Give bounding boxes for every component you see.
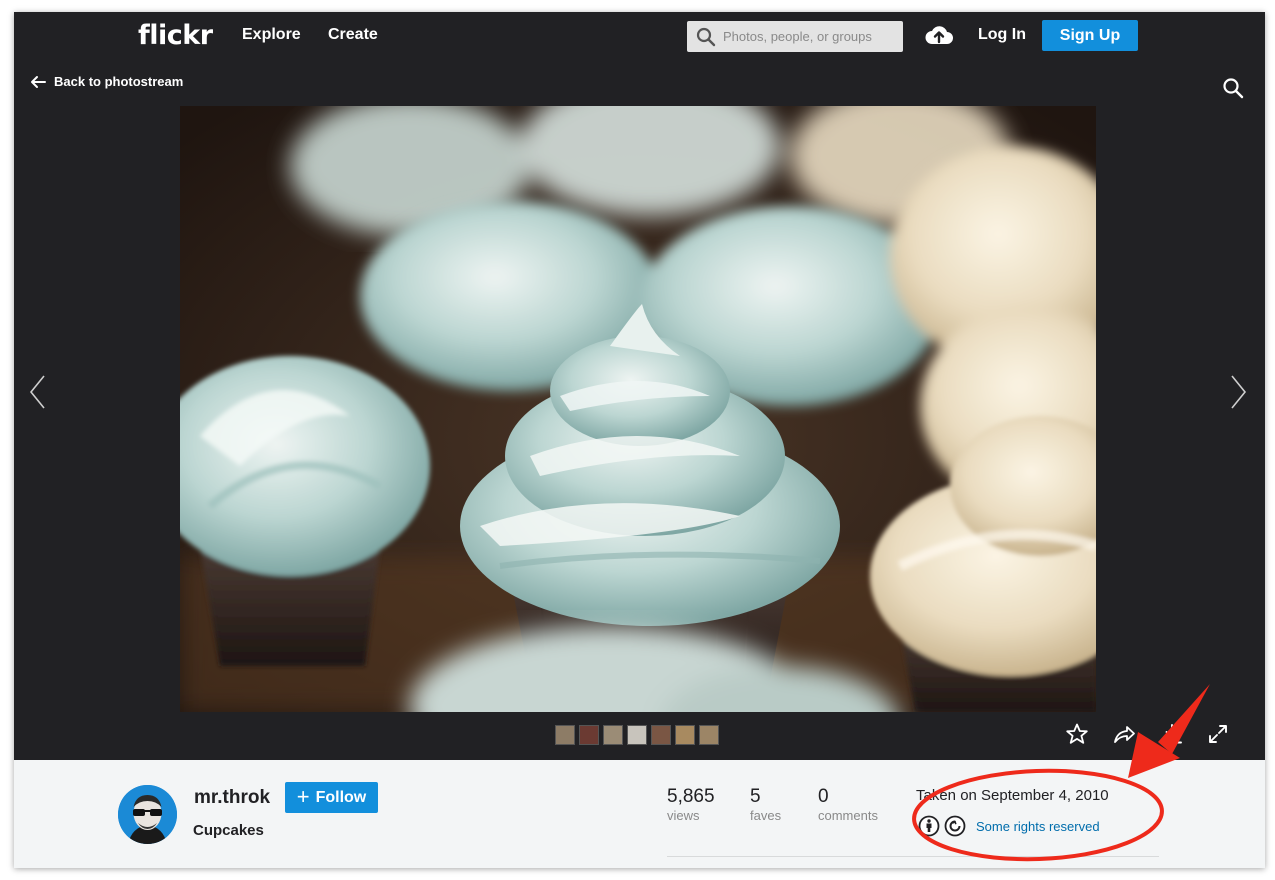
follow-label: Follow [315, 788, 367, 806]
views-count: 5,865 [667, 786, 715, 807]
nav-create[interactable]: Create [328, 26, 378, 44]
arrow-left-icon [31, 75, 46, 88]
main-photo[interactable] [180, 106, 1096, 712]
comments-count: 0 [818, 786, 829, 807]
comments-label: comments [818, 808, 878, 823]
thumbnail[interactable] [603, 725, 623, 745]
top-navigation: flickr Explore Create Log In Sign Up [14, 12, 1265, 60]
fullscreen-icon[interactable] [1206, 722, 1230, 746]
photostream-thumbnails [555, 725, 719, 745]
previous-photo-icon[interactable] [28, 374, 46, 410]
faves-count: 5 [750, 786, 761, 807]
search-input[interactable] [723, 25, 895, 48]
plus-icon: + [296, 783, 310, 809]
login-link[interactable]: Log In [978, 26, 1026, 44]
cc-attribution-icon[interactable] [918, 815, 940, 837]
divider [667, 856, 1159, 857]
stat-comments: 0 comments [818, 786, 878, 823]
search-box[interactable] [687, 21, 903, 52]
avatar-image [118, 785, 177, 844]
owner-username[interactable]: mr.throk [194, 787, 270, 809]
signup-button[interactable]: Sign Up [1042, 20, 1138, 51]
date-taken: Taken on September 4, 2010 [916, 787, 1109, 804]
avatar[interactable] [118, 785, 177, 844]
thumbnail[interactable] [699, 725, 719, 745]
follow-button[interactable]: + Follow [285, 782, 378, 813]
nav-explore[interactable]: Explore [242, 26, 301, 44]
views-label: views [667, 808, 700, 823]
faves-label: faves [750, 808, 782, 823]
star-icon[interactable] [1065, 722, 1089, 746]
thumbnail[interactable] [579, 725, 599, 745]
search-icon [696, 27, 716, 47]
back-to-photostream-link[interactable]: Back to photostream [30, 74, 183, 89]
thumbnail[interactable] [651, 725, 671, 745]
thumbnail[interactable] [555, 725, 575, 745]
stat-faves: 5 faves [750, 786, 781, 823]
back-label: Back to photostream [54, 74, 184, 89]
license-info[interactable]: Some rights reserved [918, 815, 1100, 837]
stat-views: 5,865 views [667, 786, 715, 823]
photo-title: Cupcakes [193, 822, 264, 839]
browser-window: flickr Explore Create Log In Sign Up Bac… [14, 12, 1265, 868]
next-photo-icon[interactable] [1230, 374, 1248, 410]
upload-icon[interactable] [924, 22, 954, 48]
search-icon[interactable] [1222, 77, 1244, 99]
flickr-logo[interactable]: flickr [138, 20, 213, 51]
cupcakes-image [180, 106, 1096, 712]
thumbnail[interactable] [675, 725, 695, 745]
download-icon[interactable] [1160, 722, 1184, 746]
license-link[interactable]: Some rights reserved [976, 819, 1100, 834]
photo-viewer: Back to photostream [14, 60, 1265, 760]
share-icon[interactable] [1112, 722, 1136, 746]
photo-info-bar: mr.throk + Follow Cupcakes 5,865 views 5… [14, 760, 1265, 868]
cc-share-alike-icon[interactable] [944, 815, 966, 837]
thumbnail-current[interactable] [627, 725, 647, 745]
